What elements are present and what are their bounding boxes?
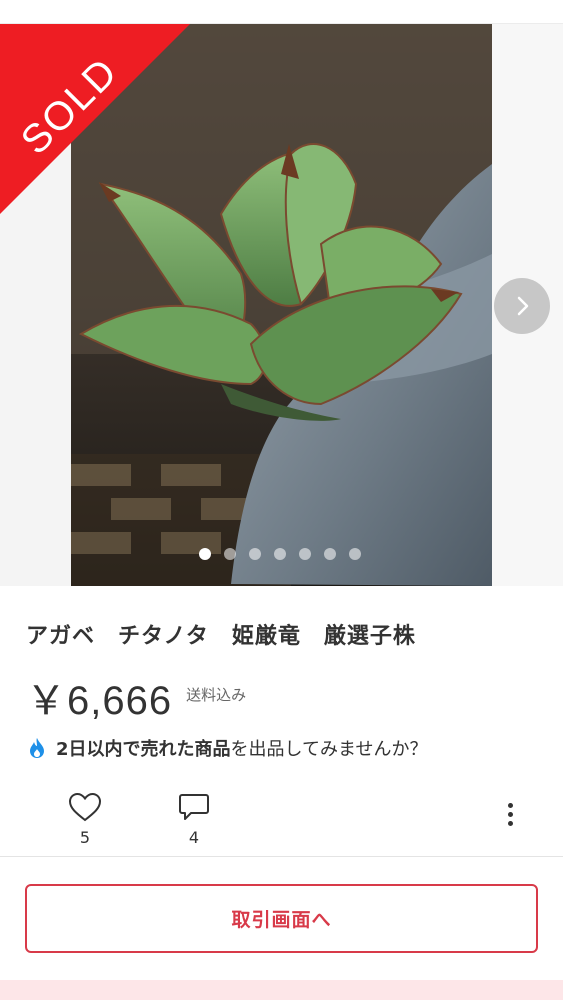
like-button[interactable]: 5 <box>66 792 104 847</box>
comment-button[interactable]: 4 <box>175 792 213 847</box>
more-dot <box>507 802 513 808</box>
promo-text: を出品してみませんか？ <box>230 739 428 760</box>
pagination-dot[interactable] <box>349 548 361 560</box>
heart-icon <box>68 792 102 822</box>
item-price: ￥6,666 <box>26 679 173 723</box>
price-row: ￥6,666 送料込み <box>26 668 246 726</box>
promo-bold-text: 2日以内で売れた商品 <box>56 739 231 760</box>
bottom-band <box>0 980 563 1000</box>
transaction-screen-button[interactable]: 取引画面へ <box>25 884 538 953</box>
sell-promo[interactable]: 2日以内で売れた商品 を出品してみませんか？ <box>28 735 427 761</box>
item-actions: 5 4 <box>0 792 563 854</box>
pagination-dot[interactable] <box>324 548 336 560</box>
pagination-dot[interactable] <box>224 548 236 560</box>
flame-icon <box>30 738 44 758</box>
pagination-dot[interactable] <box>299 548 311 560</box>
product-photo[interactable] <box>71 24 492 586</box>
more-dot <box>507 811 513 817</box>
pagination-dot[interactable] <box>249 548 261 560</box>
gallery-pagination <box>199 548 361 560</box>
divider <box>0 856 563 857</box>
comment-icon <box>179 794 209 820</box>
next-image-button[interactable] <box>494 278 550 334</box>
more-dot <box>507 820 513 826</box>
like-count: 5 <box>79 828 91 847</box>
pagination-dot[interactable] <box>199 548 211 560</box>
agave-photo <box>71 24 492 586</box>
comment-count: 4 <box>188 828 200 847</box>
chevron-right-icon <box>517 296 529 316</box>
more-options-icon[interactable] <box>498 802 522 826</box>
shipping-note: 送料込み <box>186 686 247 704</box>
pagination-dot[interactable] <box>274 548 286 560</box>
top-strip <box>0 0 563 24</box>
image-gallery[interactable] <box>0 24 563 586</box>
item-title: アガベ チタノタ 姫厳竜 厳選子株 <box>26 624 416 649</box>
